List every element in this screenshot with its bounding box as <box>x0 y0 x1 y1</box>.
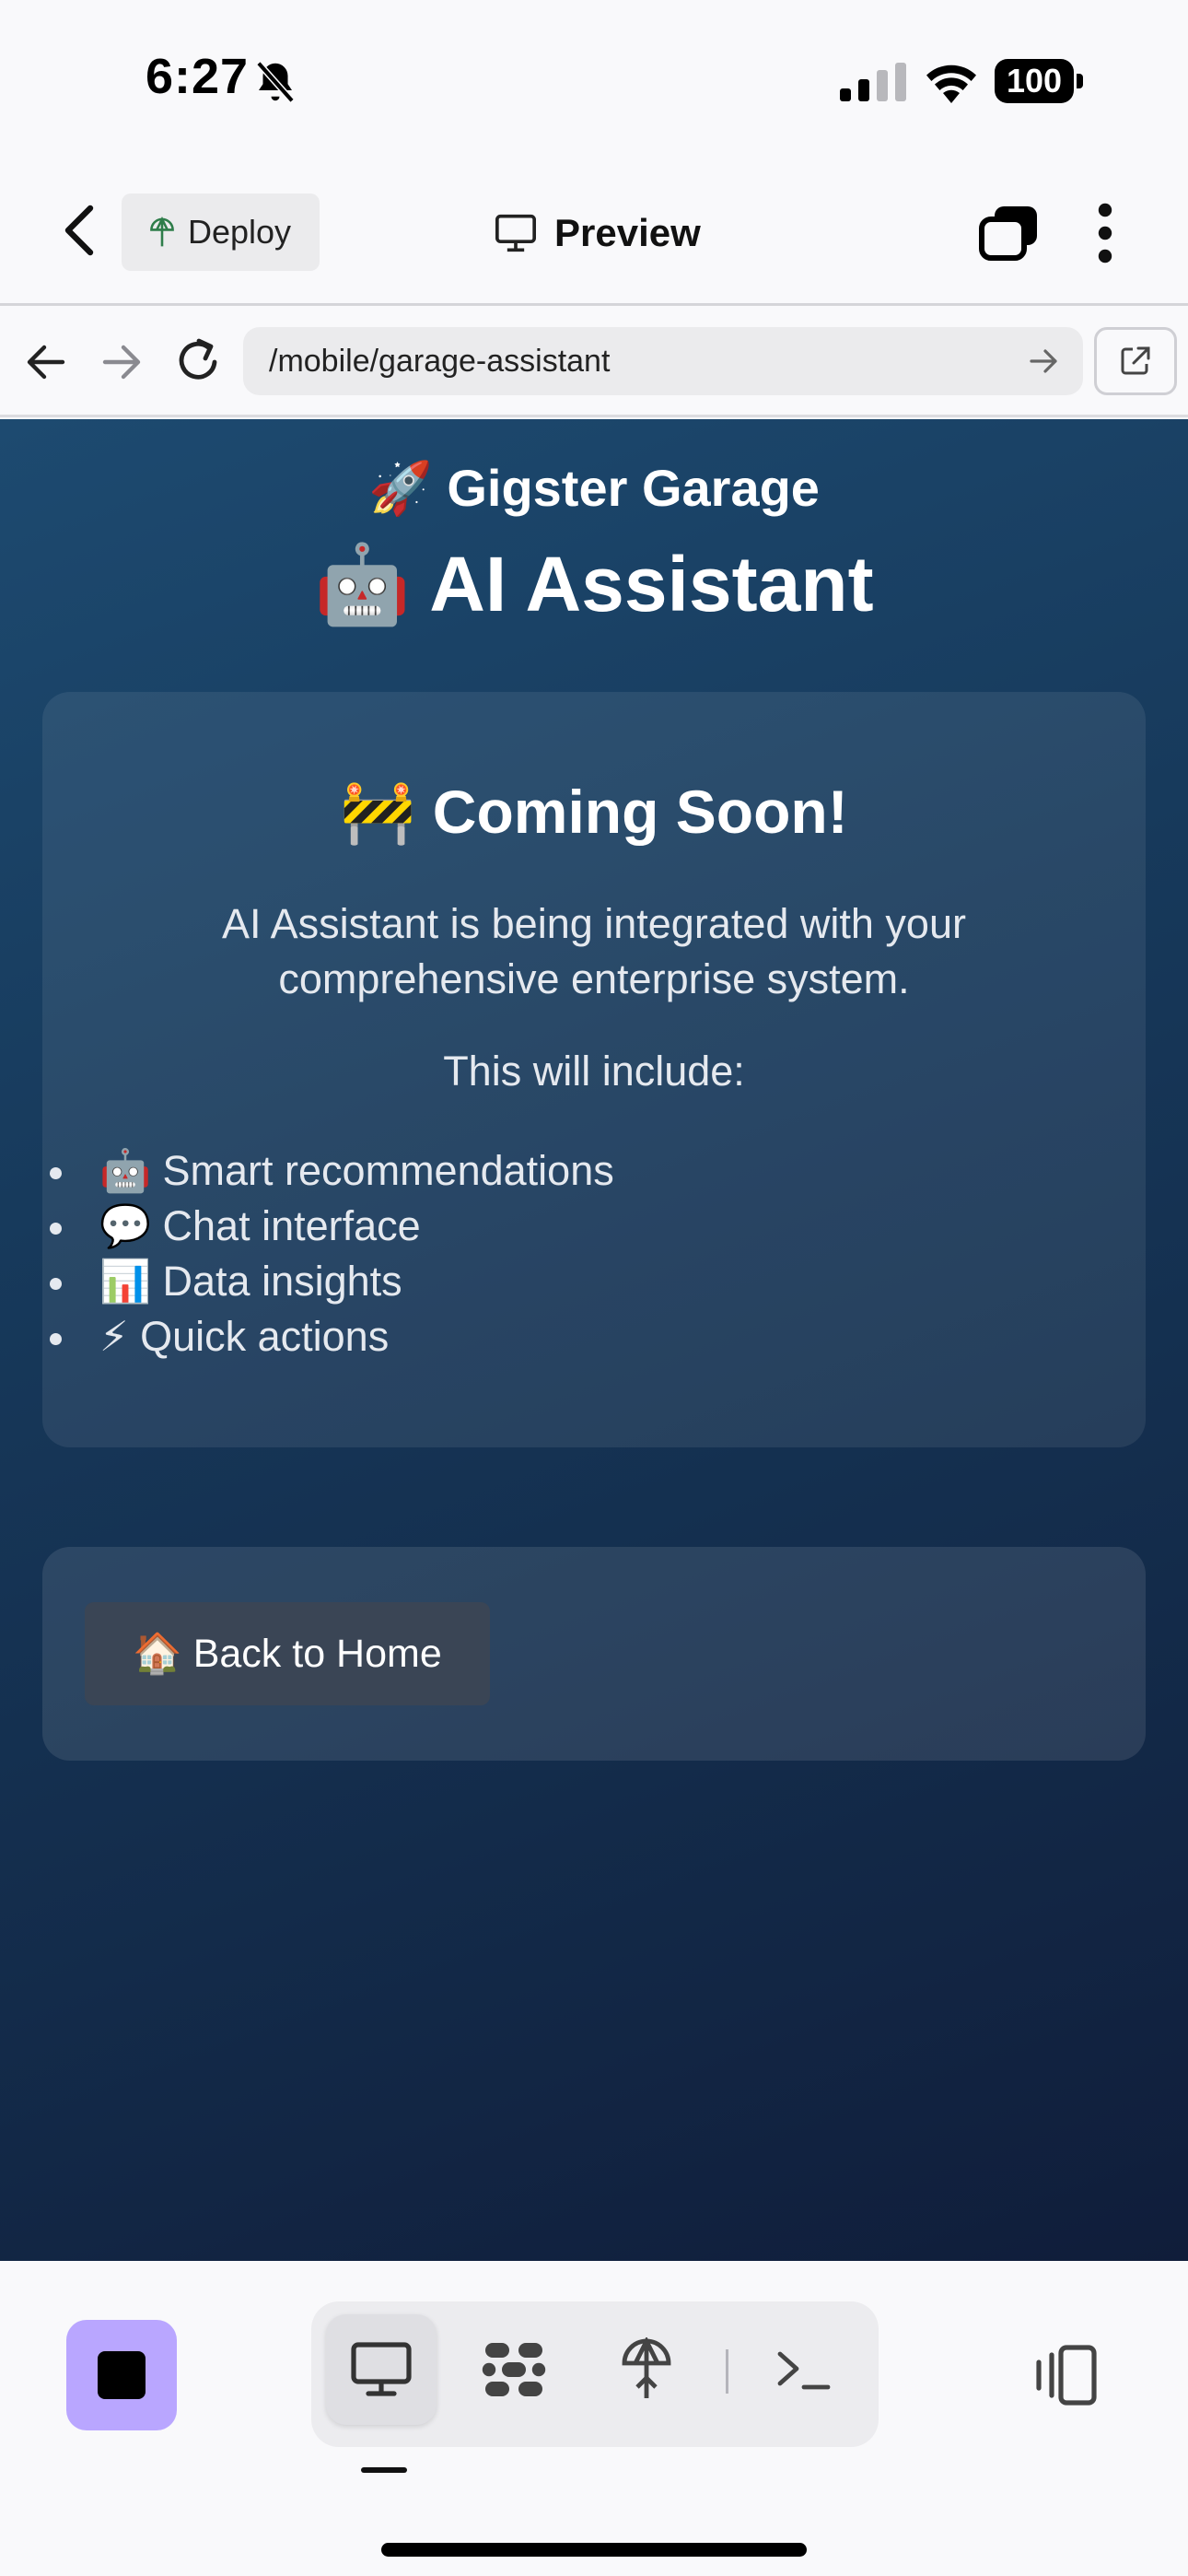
feature-item: 💬 Chat interface <box>42 1199 614 1254</box>
actions-card: 🏠 Back to Home <box>42 1547 1146 1761</box>
battery-icon: 100 <box>995 59 1083 103</box>
active-tab-indicator <box>361 2467 407 2473</box>
stop-icon <box>98 2351 146 2399</box>
wifi-icon <box>926 64 976 103</box>
feature-list: 🤖 Smart recommendations 💬 Chat interface… <box>42 1143 614 1364</box>
feature-item: 📊 Data insights <box>42 1254 614 1309</box>
url-input[interactable] <box>243 327 1083 395</box>
monitor-icon <box>495 214 536 252</box>
coming-soon-description: AI Assistant is being integrated with yo… <box>222 900 966 1002</box>
back-to-home-button[interactable]: 🏠 Back to Home <box>85 1602 490 1705</box>
brand-title: 🚀 Gigster Garage <box>368 459 820 517</box>
go-arrow-icon[interactable] <box>1030 347 1059 375</box>
view-switcher <box>311 2301 879 2447</box>
deploy-label: Deploy <box>188 213 292 251</box>
app-header: Deploy Preview <box>0 166 1188 306</box>
split-view-icon[interactable] <box>1033 2344 1098 2406</box>
preview-icon <box>351 2342 412 2396</box>
status-bar: 6:27 100 <box>0 0 1188 166</box>
deploy-button[interactable]: Deploy <box>122 193 320 271</box>
url-bar <box>0 309 1188 417</box>
tabs-icon[interactable] <box>978 205 1039 262</box>
web-content: 🚀 Gigster Garage 🤖 AI Assistant 🚧 Coming… <box>0 419 1188 2261</box>
back-arrow-icon[interactable] <box>26 342 66 382</box>
deploy-icon <box>622 2337 671 2398</box>
preview-tab[interactable] <box>326 2314 437 2425</box>
home-indicator <box>381 2543 807 2557</box>
cellular-signal-icon <box>840 63 906 101</box>
preview-title: Preview <box>494 201 701 265</box>
coming-soon-card: 🚧 Coming Soon! AI Assistant is being int… <box>42 692 1146 1447</box>
external-link-icon <box>1121 346 1150 375</box>
forward-arrow-icon[interactable] <box>101 342 142 382</box>
more-options-icon[interactable] <box>1092 203 1118 263</box>
features-subheading: This will include: <box>443 1048 745 1095</box>
page-header-title: Preview <box>554 211 701 254</box>
reload-icon[interactable] <box>175 336 221 384</box>
page-title: 🤖 AI Assistant <box>314 541 874 627</box>
stop-button[interactable] <box>66 2320 177 2430</box>
open-external-button[interactable] <box>1094 327 1177 395</box>
toolbar-divider <box>726 2349 728 2394</box>
bell-slash-icon <box>256 61 295 103</box>
deploy-icon <box>150 216 174 247</box>
back-chevron-icon[interactable] <box>59 203 99 258</box>
feature-item: ⚡ Quick actions <box>42 1309 614 1364</box>
deploy-tab[interactable] <box>591 2314 702 2425</box>
workspace-tab[interactable] <box>459 2314 569 2425</box>
battery-level: 100 <box>995 59 1074 103</box>
coming-soon-heading: 🚧 Coming Soon! <box>340 778 848 846</box>
status-time: 6:27 <box>146 49 250 104</box>
workspace-icon <box>482 2343 546 2396</box>
terminal-icon <box>777 2351 831 2390</box>
bottom-toolbar <box>0 2261 1188 2576</box>
terminal-tab[interactable] <box>748 2314 858 2425</box>
feature-item: 🤖 Smart recommendations <box>42 1143 614 1199</box>
